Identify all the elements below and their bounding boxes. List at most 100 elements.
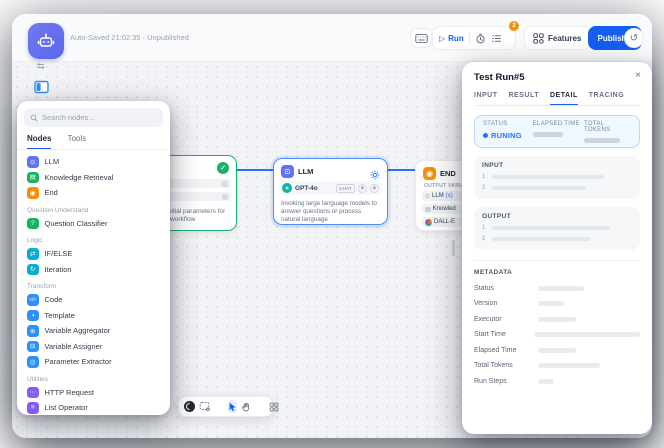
tab-nodes[interactable]: Nodes bbox=[27, 134, 51, 149]
node-item-label: HTTP Request bbox=[45, 388, 94, 397]
panel-resize-handle[interactable] bbox=[452, 240, 455, 256]
line-number: 1 bbox=[482, 174, 487, 180]
hand-mode-button[interactable] bbox=[241, 400, 251, 413]
edge-start-to-llm bbox=[237, 169, 273, 171]
metadata-row: Total Tokens bbox=[474, 362, 640, 369]
run-play-icon[interactable]: ▷ bbox=[439, 34, 445, 43]
node-item-variable-assigner[interactable]: ⊟ Variable Assigner bbox=[24, 339, 163, 355]
end-node-title: END bbox=[440, 169, 456, 178]
node-item-label: LLM bbox=[45, 157, 60, 166]
node-item-parameter-extractor[interactable]: ◎ Parameter Extractor bbox=[24, 354, 163, 370]
model-name: GPT-4o bbox=[295, 185, 333, 192]
node-item-template[interactable]: ◑ Template bbox=[24, 308, 163, 324]
tab-tracing[interactable]: TRACING bbox=[589, 92, 624, 105]
knowledge-ref-icon: ▤ bbox=[425, 206, 431, 213]
dalle-ref-icon bbox=[425, 219, 432, 226]
metadata-row: Start Time bbox=[474, 331, 640, 338]
close-icon[interactable]: × bbox=[635, 70, 641, 81]
panel-layout-icon[interactable] bbox=[34, 80, 49, 99]
meta-skeleton bbox=[538, 379, 554, 384]
loading-skeleton bbox=[492, 175, 604, 180]
tab-input[interactable]: INPUT bbox=[474, 92, 498, 105]
lasso-select-button[interactable] bbox=[199, 400, 210, 413]
node-item-code[interactable]: </> Code bbox=[24, 292, 163, 308]
swap-mode-icon[interactable]: ⇆ bbox=[37, 61, 45, 72]
row-action-icon[interactable] bbox=[222, 194, 228, 200]
group-title-logic: Logic bbox=[27, 237, 160, 244]
autosave-status-text: Auto-Saved 21:02:35 · Unpublished bbox=[70, 33, 189, 42]
tab-result[interactable]: RESULT bbox=[509, 92, 539, 105]
meta-skeleton bbox=[538, 286, 584, 291]
pointer-mode-button[interactable] bbox=[228, 400, 237, 413]
group-title-question-understand: Question Understand bbox=[27, 207, 160, 214]
tokens-skeleton bbox=[584, 138, 620, 143]
stopwatch-history-icon[interactable] bbox=[475, 33, 486, 44]
add-block-button[interactable] bbox=[184, 400, 195, 413]
llm-icon: ⊙ bbox=[27, 156, 39, 168]
line-number: 2 bbox=[482, 236, 487, 242]
meta-skeleton bbox=[538, 348, 576, 353]
node-search-box[interactable] bbox=[24, 108, 163, 127]
divider bbox=[469, 33, 470, 43]
meta-label: Elapsed Time bbox=[474, 347, 538, 354]
status-summary-card: STATUS RUNING ELAPSED TIME TOTAL TOKENS bbox=[474, 115, 640, 148]
node-item-label: Template bbox=[45, 311, 75, 320]
if-else-icon: ⇄ bbox=[27, 248, 39, 260]
meta-skeleton bbox=[538, 317, 576, 322]
knowledge-retrieval-icon: ▤ bbox=[27, 172, 39, 184]
version-history-button[interactable]: ↺ bbox=[624, 28, 644, 48]
run-button-group: ▷ Run bbox=[432, 26, 516, 50]
app-robot-icon[interactable] bbox=[28, 23, 64, 59]
node-item-knowledge-retrieval[interactable]: ▤ Knowledge Retrieval bbox=[24, 170, 163, 186]
features-label: Features bbox=[548, 34, 581, 43]
meta-label: Executor bbox=[474, 316, 538, 323]
vision-capability-icon: ◉ bbox=[370, 184, 379, 193]
node-item-iteration[interactable]: ↻ Iteration bbox=[24, 262, 163, 278]
metadata-row: Version bbox=[474, 300, 640, 307]
mic-capability-icon: ◉ bbox=[358, 184, 367, 193]
screenshot-root: ✓ Define the initial parameters for laun… bbox=[0, 0, 664, 448]
tab-tools[interactable]: Tools bbox=[67, 134, 86, 149]
node-item-if-else[interactable]: ⇄ IF/ELSE bbox=[24, 246, 163, 262]
metadata-row: Status bbox=[474, 285, 640, 292]
output-variables-label: OUTPUT VARIA bbox=[424, 183, 465, 189]
shortcuts-keyboard-button[interactable] bbox=[410, 28, 432, 48]
output-section-label: OUTPUT bbox=[482, 213, 632, 220]
llm-model-selector[interactable]: ∗ GPT-4o CHAT ◉ ◉ bbox=[279, 181, 382, 195]
elapsed-time-label: ELAPSED TIME bbox=[533, 121, 584, 127]
test-run-panel: Test Run#5 × INPUT RESULT DETAIL TRACING… bbox=[462, 62, 652, 434]
node-item-http-request[interactable]: ⋯ HTTP Request bbox=[24, 385, 163, 401]
publish-label: Publish bbox=[598, 34, 627, 43]
metadata-row: Run Steps bbox=[474, 378, 640, 385]
var-label: Knowled bbox=[433, 206, 456, 212]
success-check-icon: ✓ bbox=[217, 162, 229, 174]
llm-node[interactable]: ⊙ LLM ∗ GPT-4o CHAT ◉ ◉ Invoking large l… bbox=[273, 158, 388, 225]
question-classifier-icon: ? bbox=[27, 218, 39, 230]
iteration-icon: ↻ bbox=[27, 264, 39, 276]
llm-node-icon: ⊙ bbox=[281, 165, 294, 178]
node-item-list-operator[interactable]: ≡ List Operator bbox=[24, 400, 163, 415]
organize-blocks-button[interactable] bbox=[269, 400, 279, 413]
node-item-variable-aggregator[interactable]: ⊕ Variable Aggregator bbox=[24, 323, 163, 339]
loading-skeleton bbox=[492, 226, 610, 231]
template-icon: ◑ bbox=[27, 310, 39, 322]
node-item-label: IF/ELSE bbox=[45, 249, 73, 258]
variable-aggregator-icon: ⊕ bbox=[27, 325, 39, 337]
run-button[interactable]: Run bbox=[448, 34, 464, 43]
http-request-icon: ⋯ bbox=[27, 387, 39, 399]
node-palette-panel: Nodes Tools ⊙ LLM ▤ Knowledge Retrieval … bbox=[17, 101, 170, 415]
section-divider bbox=[474, 260, 640, 261]
list-operator-icon: ≡ bbox=[27, 402, 39, 414]
node-item-question-classifier[interactable]: ? Question Classifier bbox=[24, 216, 163, 232]
checklist-icon[interactable] bbox=[491, 33, 502, 44]
node-item-end[interactable]: ◉ End bbox=[24, 185, 163, 201]
canvas-control-toolbar bbox=[178, 396, 273, 417]
row-action-icon[interactable] bbox=[222, 181, 228, 187]
features-button[interactable]: Features bbox=[524, 26, 590, 50]
node-item-label: List Operator bbox=[45, 403, 88, 412]
tab-detail[interactable]: DETAIL bbox=[550, 92, 578, 105]
run-panel-tabs: INPUT RESULT DETAIL TRACING bbox=[474, 92, 640, 106]
node-item-label: Knowledge Retrieval bbox=[45, 173, 114, 182]
node-item-llm[interactable]: ⊙ LLM bbox=[24, 154, 163, 170]
search-input[interactable] bbox=[42, 113, 157, 122]
